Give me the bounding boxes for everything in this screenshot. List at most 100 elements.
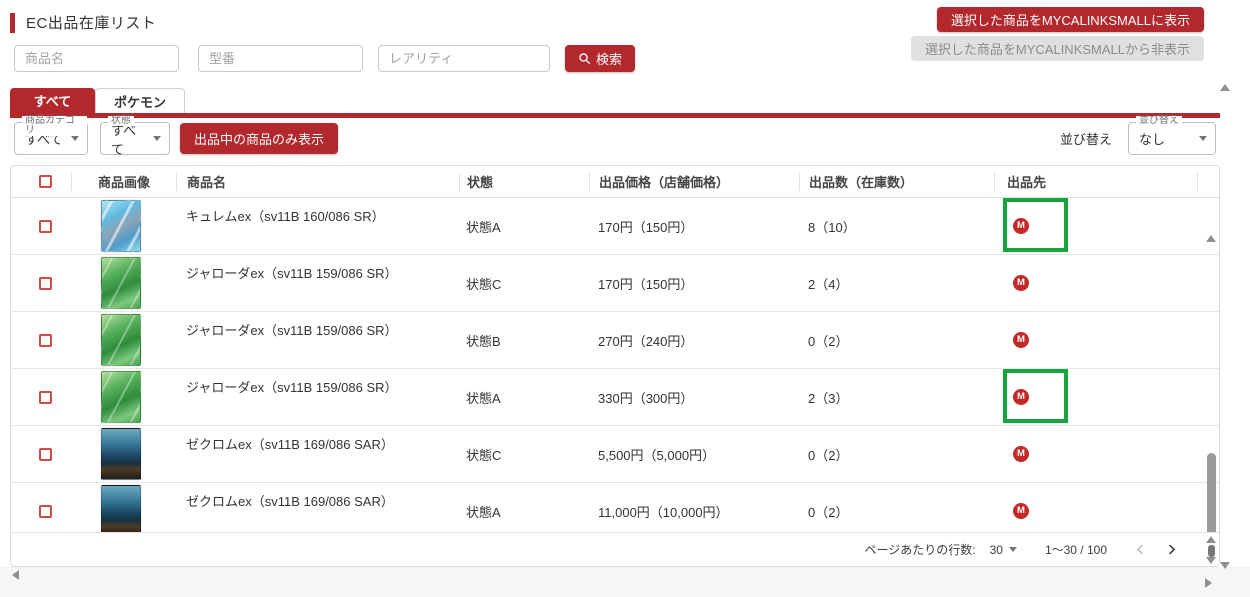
select-all-checkbox[interactable]	[39, 175, 52, 188]
scroll-up-arrow[interactable]	[1206, 235, 1216, 242]
search-button-label: 検索	[596, 49, 622, 68]
page-header: EC出品在庫リスト	[10, 12, 156, 33]
filter-row: 商品カテゴリ すべて 状態 すべて 出品中の商品のみ表示 並び替え 並び替え な…	[14, 121, 1216, 155]
highlight-annotation-box	[1003, 369, 1068, 423]
page-background-strip	[0, 567, 1250, 597]
product-price: 170円（150円）	[589, 198, 799, 254]
mycalinks-mall-icon: M	[1013, 446, 1029, 462]
sort-select-label: 並び替え	[1136, 116, 1182, 126]
product-card-image	[101, 200, 141, 252]
rows-per-page-label: ページあたりの行数:	[864, 541, 975, 558]
product-condition: 状態A	[459, 483, 589, 532]
row-checkbox[interactable]	[39, 505, 52, 518]
product-quantity: 2（4）	[799, 255, 994, 311]
search-button[interactable]: 検索	[565, 45, 635, 72]
page-scroll-up-arrow[interactable]	[1220, 84, 1230, 91]
product-condition: 状態A	[459, 198, 589, 254]
product-name: ゼクロムex（sv11B 169/086 SAR）	[176, 483, 459, 532]
next-page-button[interactable]	[1164, 542, 1179, 557]
row-checkbox[interactable]	[39, 334, 52, 347]
search-bar: 検索	[14, 45, 635, 72]
category-tabs: すべて ポケモン	[10, 88, 185, 113]
category-select-label: 商品カテゴリ	[22, 116, 87, 136]
row-checkbox[interactable]	[39, 391, 52, 404]
page-scroll-down-arrow[interactable]	[1220, 562, 1230, 569]
row-checkbox[interactable]	[39, 277, 52, 290]
product-condition: 状態C	[459, 426, 589, 482]
column-header-quantity: 出品数（在庫数）	[799, 173, 994, 191]
product-name-input[interactable]	[14, 45, 179, 72]
product-price: 330円（300円）	[589, 369, 799, 425]
table-row: ゼクロムex（sv11B 169/086 SAR） 状態C 5,500円（5,0…	[11, 426, 1219, 483]
top-action-buttons: 選択した商品をMYCALINKSMALLに表示 選択した商品をMYCALINKS…	[911, 7, 1204, 61]
chevron-left-icon	[1133, 542, 1148, 557]
mycalinks-mall-icon: M	[1013, 503, 1029, 519]
product-name: ジャローダex（sv11B 159/086 SR）	[176, 369, 459, 425]
chevron-down-icon	[153, 136, 161, 141]
hide-from-mall-button[interactable]: 選択した商品をMYCALINKSMALLから非表示	[911, 36, 1204, 61]
sort-caption: 並び替え	[1060, 129, 1112, 148]
chevron-down-icon	[71, 136, 79, 141]
scroll-up-arrow[interactable]	[1206, 536, 1216, 543]
product-quantity: 8（10）	[799, 198, 994, 254]
model-number-input[interactable]	[198, 45, 363, 72]
previous-page-button[interactable]	[1133, 542, 1148, 557]
product-name: ジャローダex（sv11B 159/086 SR）	[176, 255, 459, 311]
product-name: キュレムex（sv11B 160/086 SR）	[176, 198, 459, 254]
condition-select[interactable]: 状態 すべて	[100, 122, 170, 155]
scrollbar-thumb[interactable]	[1207, 453, 1216, 532]
pagination-range: 1〜30 / 100	[1045, 541, 1107, 558]
ec-inventory-app: EC出品在庫リスト 選択した商品をMYCALINKSMALLに表示 選択した商品…	[0, 0, 1250, 597]
rows-per-page-value: 30	[990, 543, 1003, 557]
product-card-image	[101, 371, 141, 423]
product-quantity: 0（2）	[799, 312, 994, 368]
table-row: ジャローダex（sv11B 159/086 SR） 状態B 270円（240円）…	[11, 312, 1219, 369]
column-header-image: 商品画像	[71, 173, 176, 191]
tab-pokemon[interactable]: ポケモン	[95, 88, 185, 113]
tab-underline-bar	[10, 113, 1220, 118]
rarity-input[interactable]	[378, 45, 550, 72]
product-condition: 状態B	[459, 312, 589, 368]
column-header-condition: 状態	[459, 173, 589, 191]
column-header-destination: 出品先	[994, 173, 1198, 191]
chevron-down-icon	[1009, 547, 1017, 552]
condition-select-label: 状態	[108, 116, 134, 126]
mycalinks-mall-icon: M	[1013, 332, 1029, 348]
page-title: EC出品在庫リスト	[26, 12, 156, 33]
page-scroll-right-arrow[interactable]	[1205, 578, 1212, 588]
show-on-mall-button[interactable]: 選択した商品をMYCALINKSMALLに表示	[937, 7, 1204, 32]
scroll-down-arrow[interactable]	[1206, 557, 1216, 564]
table-row: キュレムex（sv11B 160/086 SR） 状態A 170円（150円） …	[11, 198, 1219, 255]
inventory-table: 商品画像 商品名 状態 出品価格（店舗価格） 出品数（在庫数） 出品先 キュレム…	[10, 165, 1220, 567]
listed-only-button[interactable]: 出品中の商品のみ表示	[180, 123, 338, 154]
table-vertical-scrollbar[interactable]	[1205, 231, 1218, 532]
sort-select[interactable]: 並び替え なし	[1128, 122, 1216, 155]
rows-per-page-select[interactable]: 30	[990, 543, 1017, 557]
product-condition: 状態C	[459, 255, 589, 311]
product-quantity: 0（2）	[799, 426, 994, 482]
product-price: 5,500円（5,000円）	[589, 426, 799, 482]
sort-group: 並び替え 並び替え なし	[1060, 122, 1216, 155]
page-scroll-left-arrow[interactable]	[12, 570, 19, 580]
chevron-down-icon	[1199, 136, 1207, 141]
scrollbar-thumb[interactable]	[1208, 545, 1215, 557]
row-checkbox[interactable]	[39, 220, 52, 233]
row-checkbox[interactable]	[39, 448, 52, 461]
column-header-price: 出品価格（店舗価格）	[589, 173, 799, 191]
pagination-mini-scrollbar[interactable]	[1205, 536, 1218, 564]
mycalinks-mall-icon: M	[1013, 275, 1029, 291]
tab-all[interactable]: すべて	[10, 88, 95, 113]
product-condition: 状態A	[459, 369, 589, 425]
sort-select-value: なし	[1139, 129, 1165, 148]
pagination-bar: ページあたりの行数: 30 1〜30 / 100	[11, 532, 1219, 566]
product-price: 11,000円（10,000円）	[589, 483, 799, 532]
table-body: キュレムex（sv11B 160/086 SR） 状態A 170円（150円） …	[11, 198, 1219, 532]
product-price: 270円（240円）	[589, 312, 799, 368]
category-select[interactable]: 商品カテゴリ すべて	[14, 122, 88, 155]
title-accent-bar	[10, 13, 15, 33]
product-card-image	[101, 428, 141, 480]
table-row: ジャローダex（sv11B 159/086 SR） 状態A 330円（300円）…	[11, 369, 1219, 426]
product-card-image	[101, 485, 141, 532]
product-card-image	[101, 257, 141, 309]
highlight-annotation-box	[1003, 198, 1068, 252]
